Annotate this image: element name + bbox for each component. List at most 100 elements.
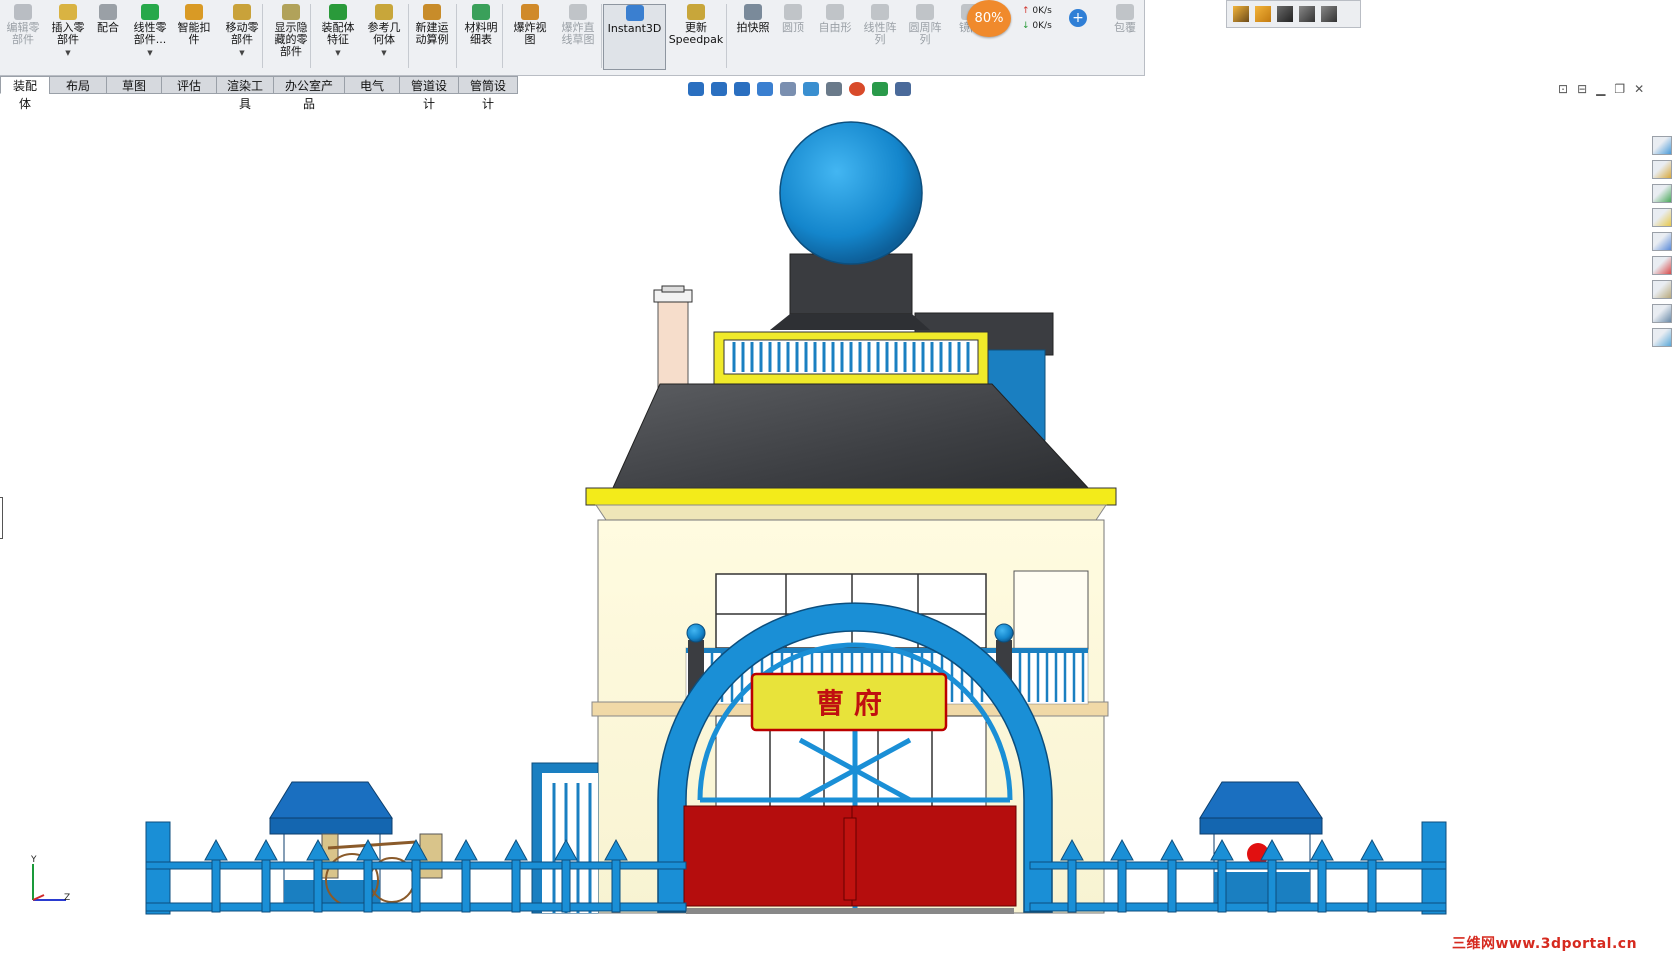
chevron-down-icon[interactable]: ▼: [381, 47, 386, 59]
wrap-icon: [1116, 4, 1134, 20]
ribbon-button-label: 插入零 部件: [51, 21, 85, 46]
fence-picket: [1117, 855, 1127, 913]
exploded-view-button[interactable]: 爆炸视 图: [509, 4, 551, 70]
ribbon-separator: [502, 4, 503, 68]
chevron-down-icon[interactable]: ▼: [335, 47, 340, 59]
linear-pattern-button[interactable]: 线性零 部件... ▼: [128, 4, 172, 70]
tab-2[interactable]: 草图: [106, 76, 162, 94]
graphics-area[interactable]: 曹 府: [0, 96, 1674, 956]
tile-vertical-icon[interactable]: ⊟: [1577, 82, 1587, 96]
fence-picket-tip: [1160, 838, 1184, 861]
smart-fastener-button[interactable]: 智能扣 件: [174, 4, 214, 70]
zoom-to-fit-icon[interactable]: [688, 82, 704, 96]
freeform-button[interactable]: 自由形: [815, 4, 855, 70]
minimize-icon[interactable]: ▁: [1596, 82, 1605, 96]
download-rate: ↓ 0K/s: [1022, 21, 1052, 31]
ribbon-button-label: Instant3D: [607, 22, 662, 35]
command-manager-tabs: 装配体 布局 草图 评估 渲染工具 办公室产品 电气 管道设计 管筒设计: [0, 76, 518, 111]
reference-geometry-button[interactable]: 参考几 何体 ▼: [363, 4, 405, 70]
ribbon-separator: [726, 4, 727, 68]
speedpak-button[interactable]: 更新 Speedpak: [668, 4, 724, 70]
top-railing: [732, 342, 970, 372]
view-orientation-icon[interactable]: [780, 82, 796, 96]
tab-1[interactable]: 布局: [49, 76, 107, 94]
circular-array-button[interactable]: 圆周阵 列: [903, 4, 947, 70]
instant3d-button[interactable]: Instant3D: [603, 4, 666, 70]
line-bend-icon[interactable]: [1255, 6, 1271, 22]
assembly-feature-icon: [329, 4, 347, 20]
linear-array-button[interactable]: 线性阵 列: [858, 4, 902, 70]
ribbon-button-label: 爆炸直 线草图: [561, 21, 595, 46]
explode-line-icon: [569, 4, 587, 20]
speed-percent: 80%: [967, 0, 1011, 37]
move-component-icon: [233, 4, 251, 20]
explode-line-button[interactable]: 爆炸直 线草图: [556, 4, 600, 70]
edit-appearance-icon[interactable]: [849, 82, 865, 96]
apply-scene-icon[interactable]: [872, 82, 888, 96]
tab-5[interactable]: 办公室产品: [273, 76, 345, 111]
fence-picket: [211, 855, 221, 913]
zoom-area-icon[interactable]: [711, 82, 727, 96]
view-triad: [32, 864, 66, 901]
assembly-feature-button[interactable]: 装配体 特征 ▼: [318, 4, 358, 70]
ribbon-button-label: 智能扣 件: [177, 21, 211, 46]
fence-rail: [1029, 861, 1447, 870]
wave-icon[interactable]: [1299, 6, 1315, 22]
snapshot-button[interactable]: 拍快照: [733, 4, 773, 70]
coil-icon[interactable]: [1321, 6, 1337, 22]
fence-picket-tip: [254, 838, 278, 861]
tab-6[interactable]: 电气: [344, 76, 400, 94]
network-speed-widget[interactable]: 80% ↑ 0K/s ↓ 0K/s +: [967, 0, 1091, 37]
smart-fastener-icon: [185, 4, 203, 20]
tab-3[interactable]: 评估: [161, 76, 217, 94]
sign-text: 曹 府: [816, 687, 882, 720]
house-model[interactable]: [531, 121, 1117, 914]
ribbon-button-label: 新建运 动算例: [415, 21, 449, 46]
edit-component-button[interactable]: 编辑零 部件: [3, 4, 43, 70]
tab-7[interactable]: 管道设计: [399, 76, 459, 111]
bom-button[interactable]: 材料明 细表: [460, 4, 502, 70]
mate-button[interactable]: 配合: [93, 4, 123, 70]
speed-plus-icon[interactable]: +: [1069, 9, 1087, 27]
tile-horizontal-icon[interactable]: ⊡: [1558, 82, 1568, 96]
tab-4[interactable]: 渲染工具: [216, 76, 274, 111]
section-view-icon[interactable]: [757, 82, 773, 96]
fence-picket: [411, 855, 421, 913]
motion-study-button[interactable]: 新建运 动算例: [411, 4, 453, 70]
mate-icon: [99, 4, 117, 20]
hide-show-icon[interactable]: [826, 82, 842, 96]
fence-picket: [1167, 855, 1177, 913]
ribbon-button-label: 线性零 部件...: [133, 21, 167, 46]
fence-picket: [511, 855, 521, 913]
ribbon-separator: [601, 4, 602, 68]
bom-icon: [472, 4, 490, 20]
show-hidden-icon: [282, 4, 300, 20]
restore-icon[interactable]: ❐: [1614, 82, 1625, 96]
dome-button[interactable]: 圆顶: [776, 4, 810, 70]
tab-0[interactable]: 装配体: [0, 76, 50, 111]
ribbon-separator: [456, 4, 457, 68]
insert-component-button[interactable]: 插入零 部件 ▼: [47, 4, 89, 70]
tab-8[interactable]: 管筒设计: [458, 76, 518, 111]
show-hidden-button[interactable]: 显示隐 藏的零 部件: [268, 4, 314, 70]
chevron-down-icon[interactable]: ▼: [239, 47, 244, 59]
fence-picket: [1267, 855, 1277, 913]
ribbon-button-label: 爆炸视 图: [513, 21, 547, 46]
move-component-button[interactable]: 移动零 部件 ▼: [220, 4, 264, 70]
view-settings-icon[interactable]: [895, 82, 911, 96]
spline-icon[interactable]: [1233, 6, 1249, 22]
wrap-button[interactable]: 包覆: [1105, 4, 1145, 70]
display-style-icon[interactable]: [803, 82, 819, 96]
s-curve-icon[interactable]: [1277, 6, 1293, 22]
chevron-down-icon[interactable]: ▼: [147, 47, 152, 59]
triad-y-label: Y: [31, 855, 37, 865]
chevron-down-icon[interactable]: ▼: [65, 47, 70, 59]
previous-view-icon[interactable]: [734, 82, 750, 96]
sketch-tools-bar: [1226, 0, 1361, 28]
snapshot-icon: [744, 4, 762, 20]
fence-picket-tip: [204, 838, 228, 861]
ribbon-separator: [262, 4, 263, 68]
upload-rate: ↑ 0K/s: [1022, 6, 1052, 16]
close-icon[interactable]: ✕: [1634, 82, 1644, 96]
fence-picket: [1067, 855, 1077, 913]
